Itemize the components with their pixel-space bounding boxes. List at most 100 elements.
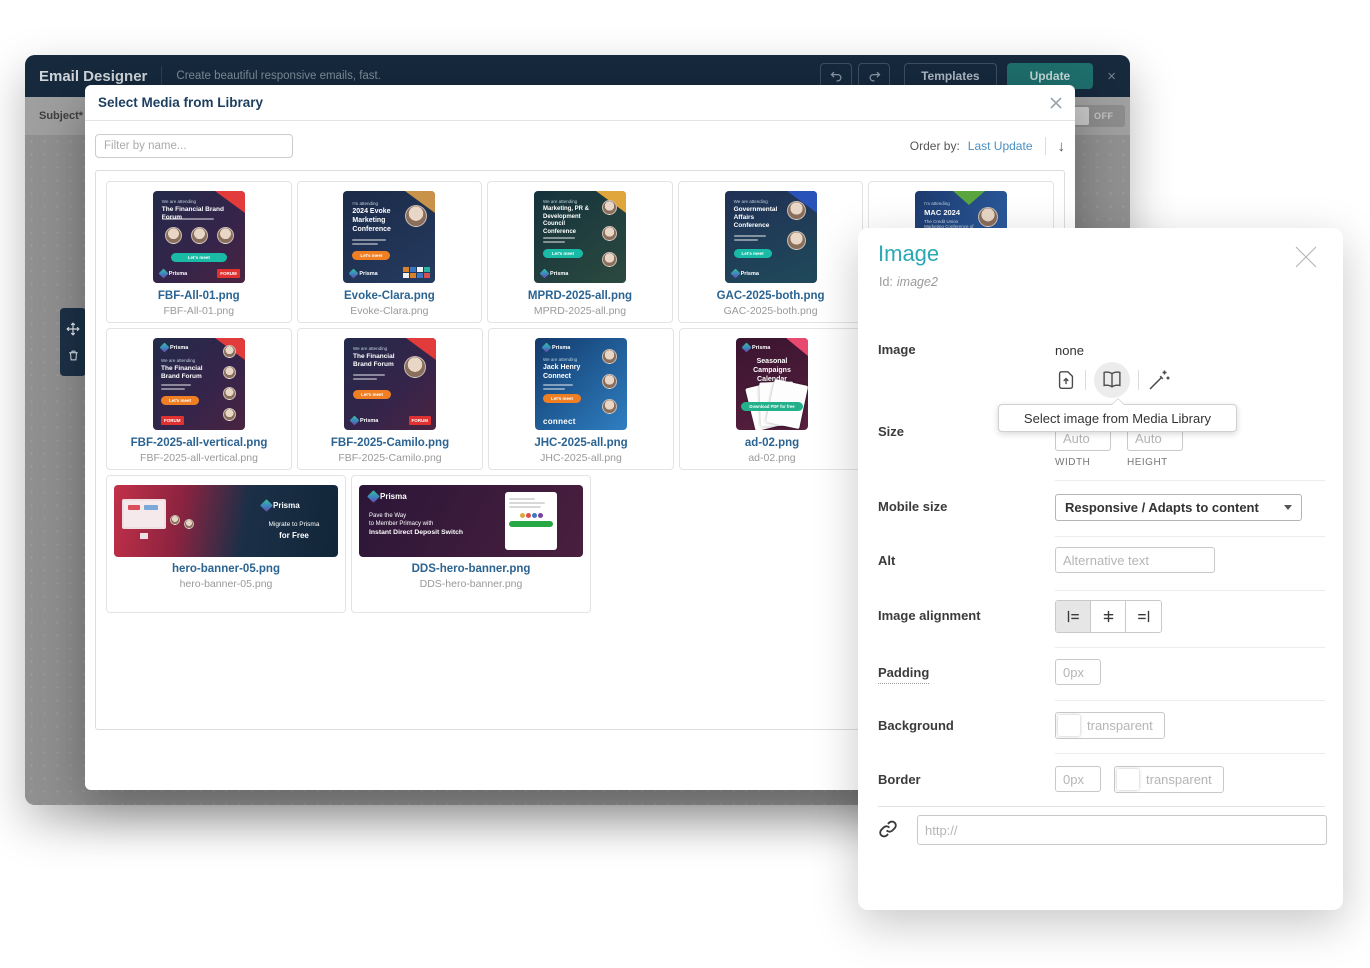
alt-input[interactable] [1055, 547, 1215, 573]
avatar [170, 515, 180, 525]
media-subname: JHC-2025-all.png [489, 452, 673, 464]
align-left-icon [1066, 609, 1081, 624]
alignment-label: Image alignment [878, 608, 981, 623]
divider [1055, 647, 1325, 648]
thumb-eyebrow: We are attending [734, 199, 768, 204]
thumb-eyebrow: We are attending [353, 346, 387, 351]
media-subname: Evoke-Clara.png [298, 305, 482, 317]
app-tagline: Create beautiful responsive emails, fast… [176, 70, 381, 82]
panel-close-icon[interactable] [1291, 242, 1321, 272]
thumb-badge: FORUM [161, 416, 184, 425]
media-name[interactable]: hero-banner-05.png [107, 563, 345, 575]
off-toggle[interactable]: OFF [1067, 105, 1125, 127]
media-name[interactable]: Evoke-Clara.png [298, 290, 482, 302]
media-subname: DDS-hero-banner.png [352, 578, 590, 590]
media-card-jhc-2025[interactable]: Prisma We are attending Jack Henry Conne… [488, 328, 674, 470]
order-separator [1045, 137, 1046, 155]
avatar [602, 200, 617, 215]
media-subname: MPRD-2025-all.png [488, 305, 672, 317]
block-toolbar [60, 308, 86, 376]
mobile-size-select[interactable]: Responsive / Adapts to content [1055, 494, 1302, 521]
modal-close-icon[interactable] [1050, 97, 1062, 109]
thumb-line: to Member Primacy with [369, 521, 479, 529]
sort-direction-icon[interactable]: ↓ [1058, 138, 1066, 155]
background-color-picker[interactable]: transparent [1055, 712, 1165, 739]
background-label: Background [878, 718, 954, 733]
thumb-title: The Financial Brand Forum [161, 365, 209, 381]
media-card-fbf-camilo[interactable]: We are attending The Financial Brand For… [297, 328, 483, 470]
height-caption: HEIGHT [1127, 457, 1168, 468]
prisma-logo: Prisma [541, 270, 568, 277]
color-swatch [1117, 769, 1139, 790]
media-card-gac-2025[interactable]: We are attending Governmental Affairs Co… [678, 181, 864, 323]
avatar [223, 408, 236, 421]
thumb-button: Let's meet [161, 396, 199, 405]
thumbnail-fbf-all-01: We are attending The Financial Brand For… [153, 191, 245, 283]
prisma-logo: Prisma [732, 270, 759, 277]
window-close-icon[interactable]: × [1107, 68, 1116, 85]
align-right-button[interactable] [1126, 601, 1161, 632]
move-icon[interactable] [66, 322, 80, 336]
thumbnail-ad-02: Prisma Seasonal Campaigns Calendar Downl… [736, 338, 808, 430]
thumb-title: Governmental Affairs Conference [734, 206, 780, 230]
chevron-down-icon [1284, 505, 1292, 510]
thumb-button: Let's meet [734, 249, 772, 258]
thumb-button: Let's meet [543, 394, 581, 403]
thumbnail-hero-banner-05: Prisma Migrate to Prisma for Free [114, 485, 338, 557]
prisma-logo: Prisma [160, 270, 187, 277]
media-card-fbf-vertical[interactable]: Prisma We are attending The Financial Br… [106, 328, 292, 470]
media-library-button[interactable] [1094, 362, 1130, 398]
thumbnail-evoke-clara: I'm attending 2024 Evoke Marketing Confe… [343, 191, 435, 283]
thumb-eyebrow: We are attending [162, 199, 196, 204]
upload-file-icon[interactable] [1055, 369, 1077, 391]
link-url-input[interactable] [917, 815, 1327, 845]
media-name[interactable]: ad-02.png [680, 437, 864, 449]
media-card-evoke-clara[interactable]: I'm attending 2024 Evoke Marketing Confe… [297, 181, 483, 323]
padding-input[interactable] [1055, 659, 1101, 685]
prisma-logo: Prisma [369, 492, 407, 501]
id-value: image2 [897, 275, 938, 289]
thumbnail-gac-2025: We are attending Governmental Affairs Co… [725, 191, 817, 283]
media-card-mprd-2025[interactable]: We are attending Marketing, PR & Develop… [487, 181, 673, 323]
alignment-button-group [1055, 600, 1162, 633]
media-card-dds-hero-banner[interactable]: Prisma Pave the Way to Member Primacy wi… [351, 475, 591, 613]
media-subname: ad-02.png [680, 452, 864, 464]
media-name[interactable]: JHC-2025-all.png [489, 437, 673, 449]
avatar [978, 207, 998, 227]
align-left-button[interactable] [1056, 601, 1091, 632]
align-center-button[interactable] [1091, 601, 1126, 632]
decor [543, 237, 583, 243]
media-name[interactable]: FBF-2025-all-vertical.png [107, 437, 291, 449]
open-book-icon [1101, 369, 1123, 391]
align-right-icon [1136, 609, 1151, 624]
thumb-button: Let's meet [352, 251, 390, 260]
media-card-ad-02[interactable]: Prisma Seasonal Campaigns Calendar Downl… [679, 328, 865, 470]
thumb-badge: FORUM [409, 416, 432, 425]
avatar [602, 252, 617, 267]
trash-icon[interactable] [67, 349, 80, 362]
media-card-fbf-all-01[interactable]: We are attending The Financial Brand For… [106, 181, 292, 323]
magic-wand-icon[interactable] [1147, 368, 1171, 392]
filter-input[interactable] [95, 134, 293, 158]
corner-decor [953, 191, 985, 205]
media-name[interactable]: FBF-All-01.png [107, 290, 291, 302]
thumb-wordmark: connect [543, 417, 576, 426]
thumb-title: MAC 2024 [924, 208, 976, 217]
media-card-hero-banner-05[interactable]: Prisma Migrate to Prisma for Free hero-b… [106, 475, 346, 613]
decor [122, 499, 166, 529]
border-width-input[interactable] [1055, 766, 1101, 792]
screenshot-stage: Email Designer Create beautiful responsi… [0, 0, 1370, 968]
prisma-logo: Prisma [161, 344, 188, 351]
border-color-picker[interactable]: transparent [1114, 766, 1224, 793]
avatar [602, 349, 617, 364]
media-name[interactable]: FBF-2025-Camilo.png [298, 437, 482, 449]
media-name[interactable]: GAC-2025-both.png [679, 290, 863, 302]
decor [353, 374, 393, 380]
divider [1055, 536, 1325, 537]
thumbnail-fbf-camilo: We are attending The Financial Brand For… [344, 338, 436, 430]
media-name[interactable]: DDS-hero-banner.png [352, 563, 590, 575]
media-name[interactable]: MPRD-2025-all.png [488, 290, 672, 302]
order-by-value-link[interactable]: Last Update [968, 139, 1033, 153]
avatar [602, 399, 617, 414]
thumb-title: The Financial Brand Forum [353, 353, 399, 369]
